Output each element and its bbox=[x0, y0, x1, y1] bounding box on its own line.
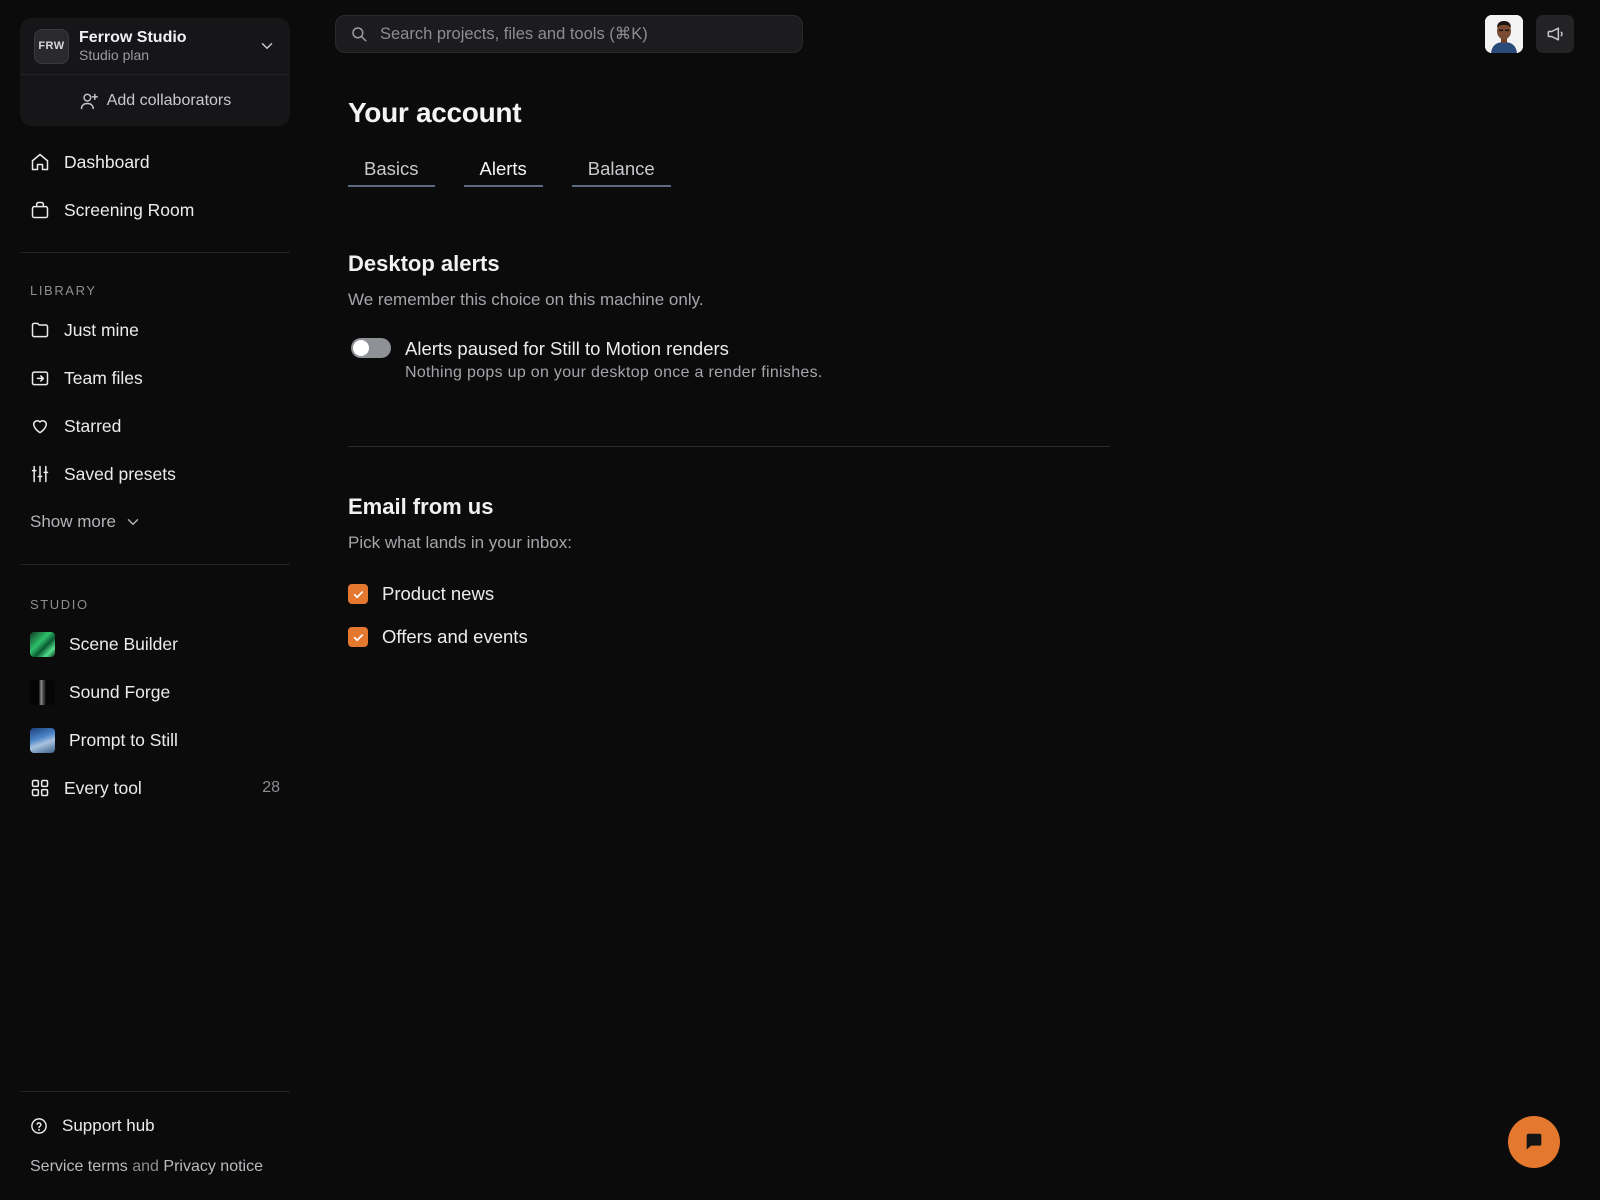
sidebar-item-label: Sound Forge bbox=[69, 681, 171, 702]
sidebar-item-label: Screening Room bbox=[64, 199, 195, 220]
render-alerts-label: Alerts paused for Still to Motion render… bbox=[405, 338, 729, 359]
heart-icon bbox=[30, 416, 50, 436]
sidebar-item-screening-room[interactable]: Screening Room bbox=[20, 186, 290, 234]
workspace-switcher[interactable]: FRW Ferrow Studio Studio plan bbox=[20, 18, 290, 74]
sidebar-item-label: Prompt to Still bbox=[69, 729, 178, 750]
search-icon bbox=[352, 27, 367, 42]
desktop-alerts-subtitle: We remember this choice on this machine … bbox=[348, 290, 704, 309]
sidebar-item-team-files[interactable]: Team files bbox=[20, 354, 290, 402]
toggle-knob bbox=[353, 340, 369, 356]
sound-forge-thumbnail bbox=[30, 679, 55, 705]
chevron-down-icon bbox=[261, 43, 273, 50]
workspace-logo: FRW bbox=[34, 28, 69, 64]
home-icon bbox=[30, 152, 50, 172]
tab-basics[interactable]: Basics bbox=[348, 155, 435, 187]
add-collaborators-button[interactable]: Add collaborators bbox=[20, 75, 290, 126]
workspace-plan: Studio plan bbox=[79, 47, 150, 63]
tab-balance[interactable]: Balance bbox=[571, 155, 671, 187]
desktop-alerts-title: Desktop alerts bbox=[348, 251, 500, 276]
studio-heading: STUDIO bbox=[30, 597, 89, 612]
search-input[interactable] bbox=[380, 24, 780, 44]
legal-and-text: and bbox=[132, 1158, 159, 1175]
workspace-card: FRW Ferrow Studio Studio plan Add collab… bbox=[20, 18, 290, 126]
add-user-icon bbox=[80, 93, 98, 109]
bag-icon bbox=[30, 200, 50, 220]
avatar[interactable] bbox=[1485, 15, 1523, 53]
checkmark-icon bbox=[353, 633, 363, 641]
privacy-notice-link[interactable]: Privacy notice bbox=[163, 1158, 263, 1175]
tool-count-badge: 28 bbox=[262, 779, 280, 796]
sidebar-item-scene-builder[interactable]: Scene Builder bbox=[20, 620, 290, 668]
chat-bubble-icon bbox=[1526, 1133, 1542, 1150]
sidebar-item-sound-forge[interactable]: Sound Forge bbox=[20, 668, 290, 716]
megaphone-icon bbox=[1547, 27, 1563, 41]
render-alerts-toggle[interactable] bbox=[351, 338, 391, 358]
support-hub-label: Support hub bbox=[62, 1116, 155, 1135]
offers-events-option[interactable]: Offers and events bbox=[348, 626, 528, 648]
sidebar-item-prompt-to-still[interactable]: Prompt to Still bbox=[20, 716, 290, 764]
sidebar-item-dashboard[interactable]: Dashboard bbox=[20, 138, 290, 186]
page-title: Your account bbox=[348, 97, 522, 128]
sidebar-item-just-mine[interactable]: Just mine bbox=[20, 306, 290, 354]
sidebar-item-label: Scene Builder bbox=[69, 633, 178, 654]
help-circle-icon bbox=[31, 1118, 47, 1134]
account-tabs: Basics Alerts Balance bbox=[348, 155, 700, 187]
offers-events-label: Offers and events bbox=[382, 626, 528, 647]
product-news-checkbox[interactable] bbox=[348, 584, 368, 604]
sidebar: FRW Ferrow Studio Studio plan Add collab… bbox=[20, 18, 290, 1188]
sidebar-item-starred[interactable]: Starred bbox=[20, 402, 290, 450]
render-alerts-description: Nothing pops up on your desktop once a r… bbox=[405, 364, 823, 381]
offers-events-checkbox[interactable] bbox=[348, 627, 368, 647]
sliders-icon bbox=[30, 464, 50, 484]
sidebar-divider bbox=[20, 564, 290, 565]
legal-links: Service terms and Privacy notice bbox=[20, 1146, 290, 1188]
sidebar-item-label: Team files bbox=[64, 367, 143, 388]
chat-button[interactable] bbox=[1508, 1116, 1560, 1168]
show-more-label: Show more bbox=[30, 512, 116, 531]
sidebar-item-label: Every tool bbox=[64, 777, 142, 798]
sidebar-item-label: Starred bbox=[64, 415, 122, 436]
chevron-down-icon bbox=[127, 519, 139, 526]
sidebar-item-label: Dashboard bbox=[64, 151, 150, 172]
sidebar-item-every-tool[interactable]: Every tool 28 bbox=[20, 764, 290, 812]
add-collaborators-label: Add collaborators bbox=[106, 91, 232, 109]
search-bar[interactable] bbox=[335, 15, 803, 53]
product-news-option[interactable]: Product news bbox=[348, 583, 494, 605]
email-section-title: Email from us bbox=[348, 494, 494, 519]
sidebar-item-label: Just mine bbox=[64, 319, 139, 340]
grid-icon bbox=[30, 778, 50, 798]
sidebar-item-label: Saved presets bbox=[64, 463, 176, 484]
announcements-button[interactable] bbox=[1536, 15, 1574, 53]
scene-builder-thumbnail bbox=[30, 631, 55, 657]
sidebar-item-saved-presets[interactable]: Saved presets bbox=[20, 450, 290, 498]
section-divider bbox=[348, 446, 1110, 447]
email-section-subtitle: Pick what lands in your inbox: bbox=[348, 533, 572, 552]
sidebar-divider bbox=[20, 252, 290, 253]
show-more-button[interactable]: Show more bbox=[20, 498, 290, 546]
service-terms-link[interactable]: Service terms bbox=[30, 1158, 128, 1175]
tab-alerts[interactable]: Alerts bbox=[463, 155, 543, 187]
workspace-name: Ferrow Studio bbox=[79, 29, 187, 46]
prompt-to-still-thumbnail bbox=[30, 727, 55, 753]
folder-icon bbox=[30, 320, 50, 340]
support-hub-link[interactable]: Support hub bbox=[20, 1106, 290, 1146]
shared-folder-icon bbox=[30, 368, 50, 388]
sidebar-footer: Support hub Service terms and Privacy no… bbox=[20, 1091, 290, 1188]
library-heading: LIBRARY bbox=[30, 283, 97, 298]
checkmark-icon bbox=[353, 590, 363, 598]
user-avatar-icon bbox=[1485, 15, 1523, 53]
product-news-label: Product news bbox=[382, 583, 495, 604]
